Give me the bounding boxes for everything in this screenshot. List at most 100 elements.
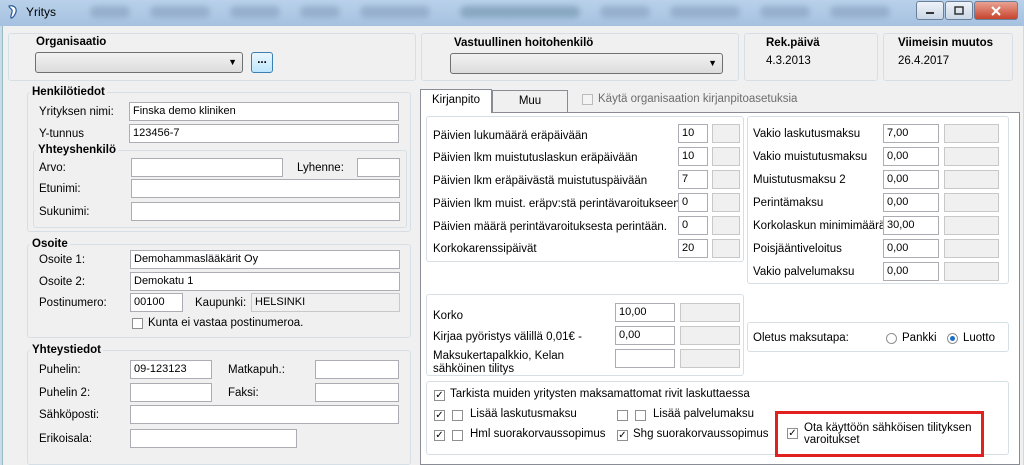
title-label: Arvo: (39, 162, 66, 174)
last-name-label: Sukunimi: (39, 206, 90, 218)
day-field-5[interactable]: 20 (678, 239, 708, 258)
mobile-label: Matkapuh.: (228, 364, 285, 376)
mobile-field[interactable] (315, 360, 399, 379)
phone2-field[interactable] (130, 383, 212, 402)
fee-extra-field-0 (944, 124, 999, 143)
hml-checkbox[interactable]: ✓ (434, 430, 445, 441)
caregiver-select[interactable]: ▼ (450, 53, 723, 74)
fee-field-5[interactable]: 0,00 (883, 239, 939, 258)
electronic-settlement-warning-checkbox[interactable]: ✓ (787, 428, 798, 439)
interest-field[interactable]: 10,00 (615, 303, 675, 322)
registration-date-label: Rek.päivä (766, 37, 820, 49)
shg-checkbox[interactable]: ✓ (617, 430, 628, 441)
kela-fee-label-line1: Maksukertapalkkio, Kelan (433, 350, 565, 362)
fee-label-6: Vakio palvelumaksu (753, 266, 855, 278)
last-name-field[interactable] (131, 202, 400, 221)
form-client-area: Organisaatio ▼ ... Vastuullinen hoitohen… (2, 26, 1023, 465)
phone-label: Puhelin: (39, 364, 81, 376)
phone2-label: Puhelin 2: (39, 387, 91, 399)
tab-muu[interactable]: Muu (492, 90, 568, 112)
phone-field[interactable]: 09-123123 (130, 360, 212, 379)
browse-organisation-button[interactable]: ... (251, 52, 273, 73)
fee-field-2[interactable]: 0,00 (883, 170, 939, 189)
abbreviation-field[interactable] (357, 158, 400, 177)
payment-pankki-radio[interactable] (886, 333, 897, 344)
day-extra-field-3 (712, 193, 740, 212)
day-field-0[interactable]: 10 (678, 124, 708, 143)
hml-secondary-checkbox[interactable] (452, 430, 463, 441)
close-button[interactable] (974, 1, 1018, 20)
abbreviation-label: Lyhenne: (297, 162, 344, 174)
fee-field-6[interactable]: 0,00 (883, 262, 939, 281)
city-field: HELSINKI (251, 293, 400, 312)
tab-kirjanpito[interactable]: Kirjanpito (420, 89, 492, 113)
payment-pankki-label: Pankki (902, 332, 937, 344)
kela-fee-field[interactable] (615, 349, 675, 368)
billing-fee-checkbox[interactable]: ✓ (434, 410, 445, 421)
interest-label: Korko (433, 310, 464, 322)
maximize-button[interactable] (945, 1, 973, 20)
address1-label: Osoite 1: (39, 254, 86, 266)
maximize-icon (954, 6, 964, 15)
day-label-2: Päivien lkm eräpäivästä muistutuspäivään (433, 175, 648, 187)
day-field-1[interactable]: 10 (678, 147, 708, 166)
fee-extra-field-3 (944, 193, 999, 212)
fee-label-5: Poisjäänti­veloitus (753, 243, 842, 255)
payment-luotto-label: Luotto (963, 332, 995, 344)
fee-field-0[interactable]: 7,00 (883, 124, 939, 143)
day-field-2[interactable]: 7 (678, 170, 708, 189)
fee-field-4[interactable]: 30,00 (883, 216, 939, 235)
fee-label-2: Muistutusmaksu 2 (753, 174, 846, 186)
window-title: Yritys (26, 5, 56, 19)
organisation-select[interactable]: ▼ (35, 52, 243, 73)
check-unpaid-checkbox[interactable]: ✓ (434, 390, 445, 401)
day-field-4[interactable]: 0 (678, 216, 708, 235)
caregiver-label: Vastuullinen hoitohenkilö (454, 37, 594, 49)
postal-code-field[interactable]: 00100 (130, 293, 183, 312)
minimize-button[interactable] (916, 1, 944, 20)
chevron-down-icon: ▼ (228, 57, 237, 67)
fee-extra-field-4 (944, 216, 999, 235)
check-unpaid-label: Tarkista muiden yritysten maksamattomat … (450, 388, 750, 400)
day-extra-field-4 (712, 216, 740, 235)
title-bar[interactable]: Yritys (0, 0, 1024, 26)
use-org-accounting-checkbox[interactable] (582, 94, 593, 105)
payment-method-label: Oletus maksutapa: (753, 332, 849, 344)
city-label: Kaupunki: (195, 297, 247, 309)
email-label: Sähköposti: (39, 409, 100, 421)
specialty-label: Erikoisala: (39, 433, 93, 445)
rounding-field[interactable]: 0,00 (615, 326, 675, 345)
fee-label-0: Vakio laskutusmaksu (753, 128, 861, 140)
day-extra-field-1 (712, 147, 740, 166)
fee-extra-field-1 (944, 147, 999, 166)
address2-field[interactable]: Demokatu 1 (130, 272, 400, 291)
fee-extra-field-6 (944, 262, 999, 281)
fee-field-1[interactable]: 0,00 (883, 147, 939, 166)
company-info-title: Henkilötiedot (30, 86, 107, 98)
specialty-field[interactable] (130, 429, 297, 448)
address1-field[interactable]: Demohammaslääkärit Oy (130, 250, 400, 269)
email-field[interactable] (130, 405, 399, 424)
first-name-field[interactable] (131, 179, 400, 198)
business-id-field[interactable]: 123456-7 (129, 124, 399, 143)
service-fee-label: Lisää palvelumaksu (653, 408, 755, 420)
day-field-3[interactable]: 0 (678, 193, 708, 212)
billing-fee-secondary-checkbox[interactable] (452, 410, 463, 421)
postal-code-label: Postinumero: (39, 297, 107, 309)
day-label-5: Korkokarenssipäivät (433, 243, 537, 255)
kela-fee-extra-field (680, 349, 740, 368)
municipality-mismatch-checkbox[interactable] (132, 318, 143, 329)
fax-field[interactable] (315, 383, 399, 402)
title-field[interactable] (131, 158, 283, 177)
service-fee-secondary-checkbox[interactable] (635, 410, 646, 421)
service-fee-checkbox[interactable] (617, 410, 628, 421)
day-extra-field-5 (712, 239, 740, 258)
company-name-field[interactable]: Finska demo kliniken (129, 102, 399, 121)
close-icon (991, 5, 1001, 16)
fee-field-3[interactable]: 0,00 (883, 193, 939, 212)
app-icon (8, 5, 17, 19)
use-org-accounting-label: Käytä organisaation kirjanpitoasetuksia (598, 93, 798, 105)
payment-luotto-radio[interactable] (947, 333, 958, 344)
day-label-4: Päivien määrä perintävaroituksesta perin… (433, 221, 667, 233)
minimize-icon (926, 11, 934, 14)
